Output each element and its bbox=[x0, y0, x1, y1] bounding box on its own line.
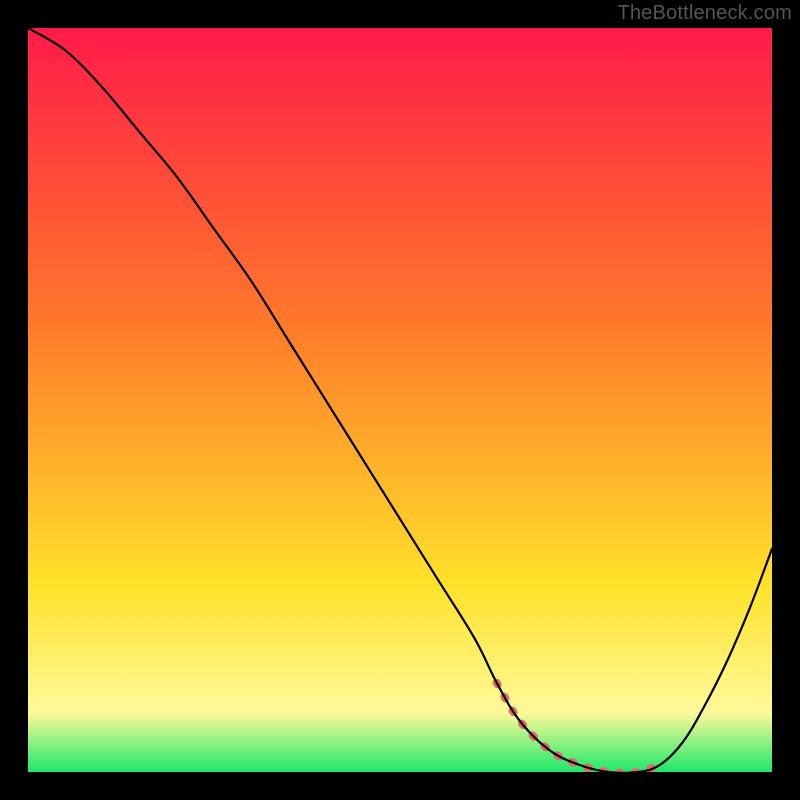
gradient-background bbox=[28, 28, 772, 772]
watermark-label: TheBottleneck.com bbox=[617, 2, 792, 25]
chart-frame: TheBottleneck.com bbox=[0, 0, 800, 800]
plot-svg bbox=[28, 28, 772, 772]
bottleneck-plot bbox=[28, 28, 772, 772]
